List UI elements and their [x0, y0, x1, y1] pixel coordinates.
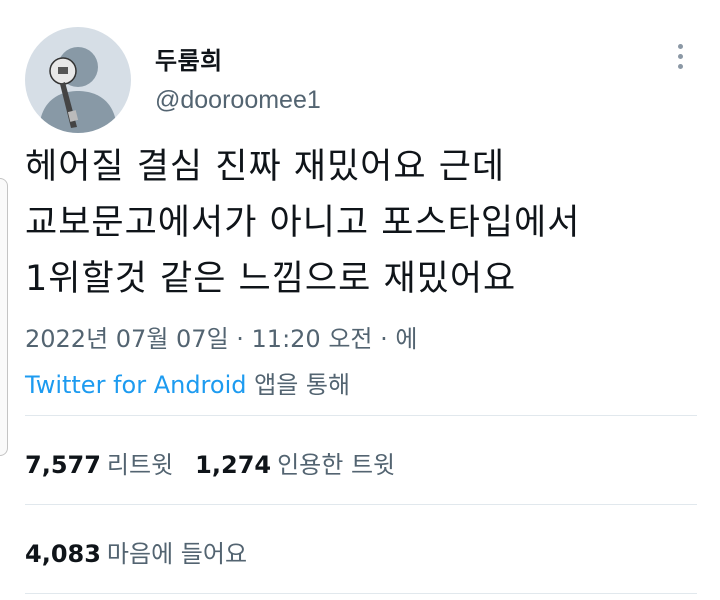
default-avatar-icon [39, 47, 117, 133]
tweet-text-line: 1위할것 같은 느낌으로 재밌어요 [25, 259, 517, 299]
like-count: 4,083 [25, 540, 101, 568]
source-suffix: 앱을 통해 [246, 371, 351, 399]
avatar[interactable] [25, 27, 131, 133]
like-label: 마음에 들어요 [106, 540, 248, 568]
source-app-link[interactable]: Twitter for Android [25, 371, 246, 399]
quote-count: 1,274 [195, 451, 272, 479]
retweet-count: 7,577 [25, 451, 101, 479]
tweet-text-line: 헤어질 결심 진짜 재밌어요 근데 [25, 147, 506, 187]
quote-label: 인용한 트윗 [277, 451, 396, 479]
retweet-quote-stats: 7,577 리트윗 1,274 인용한 트윗 [25, 445, 395, 480]
divider [25, 504, 697, 505]
divider [25, 415, 697, 416]
retweets-stat[interactable]: 7,577 리트윗 [25, 451, 173, 479]
more-vertical-icon[interactable] [673, 44, 687, 74]
likes-stats: 4,083 마음에 들어요 [25, 534, 247, 569]
user-handle[interactable]: @dooroomee1 [155, 86, 321, 115]
tweet-text-line: 교보문고에서가 아니고 포스타입에서 [25, 203, 581, 243]
tweet-timestamp[interactable]: 2022년 07월 07일 · 11:20 오전 · 에 [25, 316, 417, 362]
retweet-label: 리트윗 [106, 451, 174, 479]
divider [25, 593, 697, 594]
tweet-text: 헤어질 결심 진짜 재밌어요 근데 교보문고에서가 아니고 포스타입에서 1위할… [25, 139, 705, 307]
display-name[interactable]: 두룸희 [155, 41, 223, 76]
scroll-edge-handle [0, 178, 8, 456]
tweet-meta: 2022년 07월 07일 · 11:20 오전 · 에 Twitter for… [25, 316, 417, 408]
quotes-stat[interactable]: 1,274 인용한 트윗 [195, 451, 395, 479]
likes-stat[interactable]: 4,083 마음에 들어요 [25, 540, 247, 568]
tweet-source: Twitter for Android 앱을 통해 [25, 362, 417, 408]
